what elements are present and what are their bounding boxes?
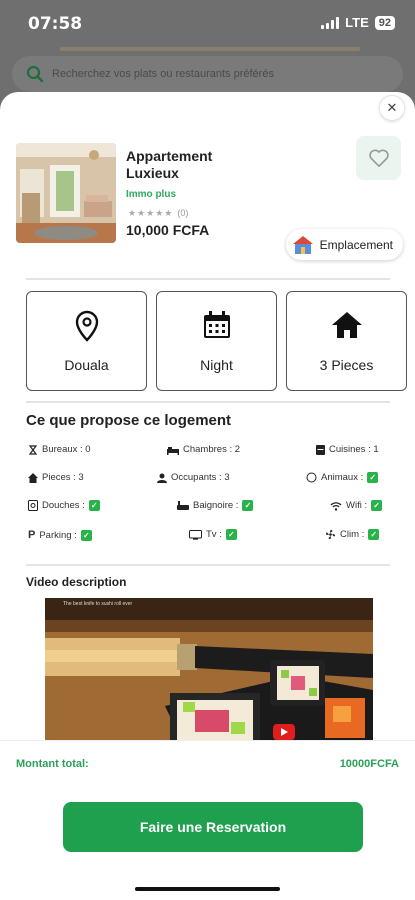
total-value: 10000FCFA <box>339 758 399 770</box>
reservation-button[interactable]: Faire une Reservation <box>63 802 363 852</box>
amenity-occupants: Occupants : 3 <box>157 472 230 483</box>
video-player[interactable]: The best knife to sushi roll ever <box>45 598 373 748</box>
search-icon <box>26 65 44 83</box>
network-type: LTE <box>345 15 369 30</box>
checkbox-checked: ✓ <box>80 529 92 541</box>
house-icon <box>331 312 362 338</box>
close-button[interactable]: ✕ <box>379 95 405 121</box>
paw-icon <box>306 472 317 483</box>
checkbox-checked: ✓ <box>225 529 237 540</box>
rating-count: (0) <box>177 208 189 218</box>
divider <box>26 564 390 566</box>
checkbox-checked: ✓ <box>367 472 379 483</box>
background-search-bar: Recherchez vos plats ou restaurants préf… <box>12 56 403 92</box>
bathtub-icon <box>177 500 189 510</box>
amenity-pieces: Pieces : 3 <box>28 472 84 483</box>
reservation-footer: Montant total: 10000FCFA Faire une Reser… <box>0 740 415 900</box>
heart-icon <box>368 149 389 167</box>
video-section-title: Video description <box>26 575 127 589</box>
divider <box>26 278 390 280</box>
info-card-label: Douala <box>64 357 109 373</box>
info-card-rooms[interactable]: 3 Pieces <box>286 291 407 391</box>
status-bar: 07:58 LTE 92 <box>0 0 415 48</box>
amenity-chambres: Chambres : 2 <box>167 444 240 455</box>
amenity-clim: Clim : ✓ <box>325 529 380 540</box>
amenity-cuisines: Cuisines : 1 <box>316 444 379 455</box>
battery-icon: 92 <box>374 15 395 30</box>
property-name: Appartement Luxieux <box>126 148 213 181</box>
amenity-animaux: Animaux : ✓ <box>306 472 379 483</box>
checkbox-checked: ✓ <box>368 529 380 540</box>
calendar-icon <box>203 311 230 338</box>
divider <box>26 401 390 403</box>
map-pin-icon <box>75 310 98 342</box>
amenity-wifi: Wifi : ✓ <box>330 500 383 511</box>
amenities-title: Ce que propose ce logement <box>26 412 232 429</box>
wifi-icon <box>330 501 342 511</box>
close-icon: ✕ <box>386 100 398 115</box>
home-indicator[interactable] <box>135 887 280 891</box>
parking-icon: P <box>28 529 36 541</box>
house-icon <box>28 472 38 483</box>
property-price: 10,000 FCFA <box>126 222 210 238</box>
rating: ★★★★★ (0) <box>128 208 188 219</box>
location-button[interactable]: Emplacement <box>285 229 403 260</box>
checkbox-checked: ✓ <box>371 500 383 511</box>
rating-stars: ★★★★★ <box>128 208 174 218</box>
kitchen-icon <box>316 444 325 455</box>
checkbox-checked: ✓ <box>242 500 254 511</box>
amenity-douches: Douches : ✓ <box>28 500 100 511</box>
info-card-city[interactable]: Douala <box>26 291 147 391</box>
location-button-label: Emplacement <box>319 237 393 252</box>
search-placeholder: Recherchez vos plats ou restaurants préf… <box>52 68 274 80</box>
amenity-tv: Tv : ✓ <box>189 529 237 540</box>
favorite-button[interactable] <box>356 136 401 180</box>
amenity-bureaux: Bureaux : 0 <box>28 444 91 455</box>
amenity-parking: P Parking : ✓ <box>28 529 92 541</box>
house-location-icon <box>292 235 313 254</box>
signal-icon <box>321 16 340 29</box>
info-card-duration[interactable]: Night <box>156 291 277 391</box>
checkbox-checked: ✓ <box>88 500 100 511</box>
person-icon <box>157 473 167 483</box>
fan-icon <box>325 529 336 540</box>
info-card-label: Night <box>200 357 233 373</box>
shower-icon <box>28 500 38 511</box>
video-caption: The best knife to sushi roll ever <box>63 601 133 607</box>
status-indicators: LTE 92 <box>321 15 395 30</box>
amenity-baignoire: Baignoire : ✓ <box>177 500 254 511</box>
property-brand[interactable]: Immo plus <box>126 189 176 200</box>
total-label: Montant total: <box>16 758 89 770</box>
property-thumbnail[interactable] <box>16 143 116 243</box>
tv-icon <box>189 529 202 540</box>
bed-icon <box>167 446 179 455</box>
desk-icon <box>28 444 38 455</box>
info-card-label: 3 Pieces <box>319 357 374 373</box>
property-sheet: ✕ Appartement Luxieux Immo plus ★★★★★ (0… <box>0 92 415 900</box>
status-time: 07:58 <box>28 14 83 34</box>
